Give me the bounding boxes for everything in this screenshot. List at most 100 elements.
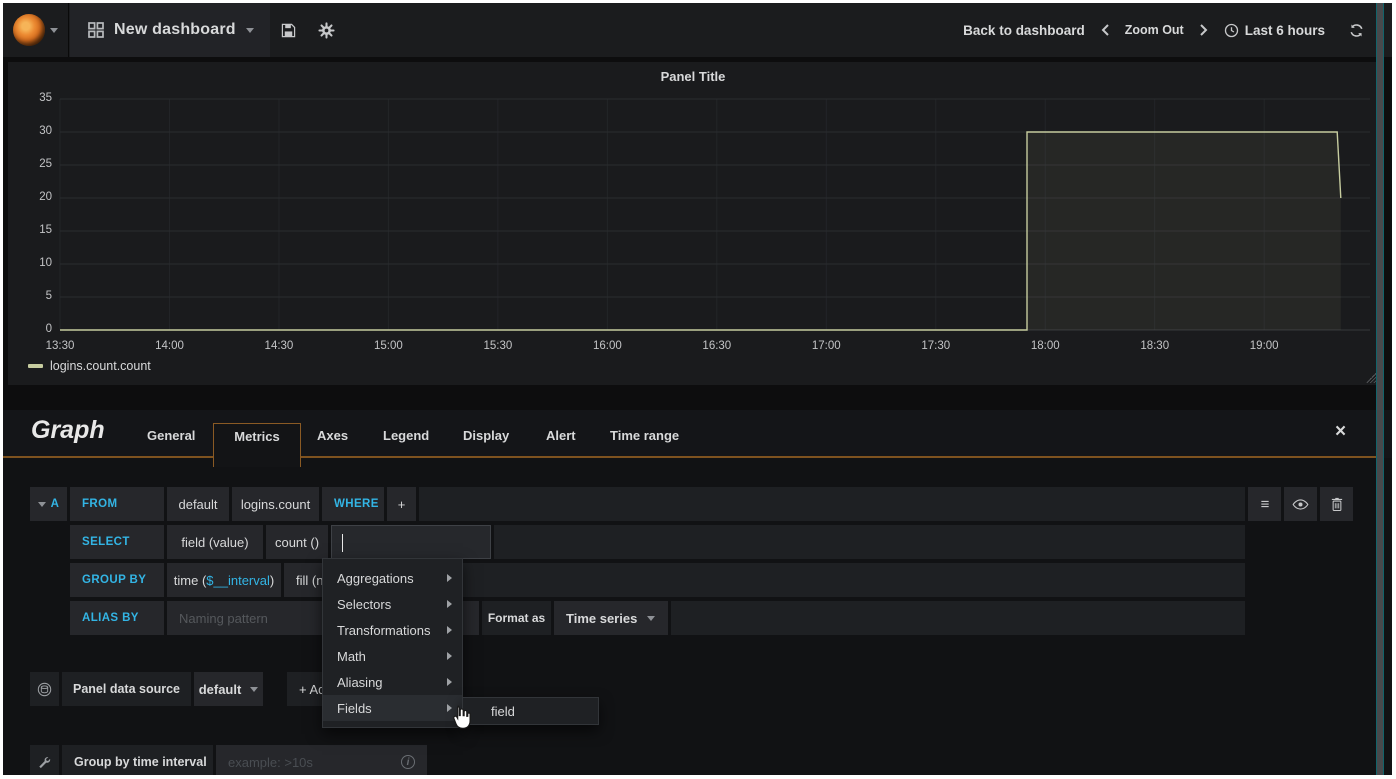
query-row-alias: ALIAS BY Naming pattern Format as Time s…: [3, 601, 1392, 635]
query-menu-button[interactable]: ≡: [1248, 487, 1281, 521]
nav-right-group: Back to dashboard Zoom Out Last 6 hours: [963, 3, 1364, 57]
submenu-arrow-icon: [447, 626, 452, 634]
submenu-arrow-icon: [447, 678, 452, 686]
time-shift-left-button[interactable]: [1097, 24, 1113, 36]
format-as-dropdown[interactable]: Time series: [554, 601, 668, 635]
back-to-dashboard-button[interactable]: Back to dashboard: [963, 23, 1085, 38]
menu-item-selectors[interactable]: Selectors: [323, 591, 462, 617]
tab-metrics[interactable]: Metrics: [234, 429, 280, 467]
submenu-item-field[interactable]: field: [462, 697, 599, 725]
query-row-filler: [419, 487, 1245, 521]
menu-item-transformations[interactable]: Transformations: [323, 617, 462, 643]
trash-icon: [1331, 497, 1343, 512]
from-measurement-segment[interactable]: logins.count: [232, 487, 319, 521]
collapse-caret-icon: [38, 502, 46, 507]
interval-placeholder: example: >10s: [228, 755, 313, 770]
graph-panel: Panel Title 05101520253035 13:3014:0014:…: [8, 62, 1378, 385]
select-field-segment[interactable]: field (value): [167, 525, 263, 559]
group-by-label: GROUP BY: [70, 563, 164, 597]
wrench-icon: [38, 756, 51, 769]
y-tick-label: 10: [22, 257, 52, 269]
submenu-arrow-icon: [447, 652, 452, 660]
toggle-query-visibility-button[interactable]: [1284, 487, 1317, 521]
dashboard-grid-icon: [88, 22, 104, 38]
hamburger-icon: ≡: [1261, 496, 1269, 513]
from-datasource-segment[interactable]: default: [167, 487, 229, 521]
zoom-out-button[interactable]: Zoom Out: [1125, 23, 1184, 37]
tab-axes[interactable]: Axes: [317, 428, 348, 443]
chevron-down-icon: [246, 28, 254, 33]
y-tick-label: 5: [22, 290, 52, 302]
x-tick-label: 14:00: [139, 340, 199, 352]
interval-options-button[interactable]: [30, 745, 59, 775]
chevron-right-icon: [1200, 24, 1208, 36]
delete-query-button[interactable]: [1320, 487, 1353, 521]
menu-item-aliasing[interactable]: Aliasing: [323, 669, 462, 695]
grafana-menu-button[interactable]: [3, 3, 69, 57]
tab-display[interactable]: Display: [463, 428, 509, 443]
chevron-down-icon: [647, 616, 655, 621]
query-row-groupby: GROUP BY time ($__interval) fill (null): [3, 563, 1392, 597]
tab-underline: [3, 456, 1378, 458]
dashboard-settings-button[interactable]: [309, 3, 343, 57]
save-icon: [281, 23, 296, 38]
interval-input[interactable]: example: >10s i: [216, 745, 427, 775]
panel-datasource-dropdown[interactable]: default: [194, 672, 263, 706]
menu-item-fields[interactable]: Fields: [323, 695, 462, 721]
datasource-row: Panel data source default + Add query: [3, 672, 1392, 706]
page-scrollbar[interactable]: [1376, 3, 1384, 775]
group-by-time-segment[interactable]: time ($__interval): [167, 563, 281, 597]
graph-plot[interactable]: [8, 62, 1378, 385]
x-tick-label: 16:30: [687, 340, 747, 352]
x-tick-label: 16:00: [577, 340, 637, 352]
where-label[interactable]: WHERE: [322, 487, 384, 521]
y-tick-label: 15: [22, 224, 52, 236]
query-row-select: SELECT field (value) count (): [3, 525, 1392, 559]
grafana-app: New dashboard Back: [3, 3, 1392, 775]
save-dashboard-button[interactable]: [271, 3, 305, 57]
y-tick-label: 35: [22, 92, 52, 104]
refresh-icon: [1349, 23, 1364, 38]
text-cursor: [342, 534, 343, 552]
chevron-down-icon: [250, 687, 258, 692]
alias-placeholder: Naming pattern: [179, 611, 268, 626]
datasource-help-button[interactable]: [30, 672, 59, 706]
x-tick-label: 18:00: [1015, 340, 1075, 352]
tab-legend[interactable]: Legend: [383, 428, 429, 443]
menu-item-aggregations[interactable]: Aggregations: [323, 565, 462, 591]
x-tick-label: 14:30: [249, 340, 309, 352]
query-row-filler: [671, 601, 1245, 635]
y-tick-label: 0: [22, 323, 52, 335]
gear-icon: [318, 22, 335, 39]
time-shift-right-button[interactable]: [1196, 24, 1212, 36]
tab-general[interactable]: General: [147, 428, 195, 443]
menu-item-math[interactable]: Math: [323, 643, 462, 669]
tab-time-range[interactable]: Time range: [610, 428, 679, 443]
clock-icon: [1224, 23, 1239, 38]
from-label: FROM: [70, 487, 164, 521]
chevron-left-icon: [1101, 24, 1109, 36]
panel-editor: Graph General Metrics Axes Legend Displa…: [3, 410, 1392, 775]
panel-resize-handle[interactable]: [1366, 373, 1376, 383]
info-icon: i: [401, 755, 415, 769]
eye-icon: [1292, 499, 1309, 510]
refresh-button[interactable]: [1349, 23, 1364, 38]
x-tick-label: 17:30: [906, 340, 966, 352]
tab-metrics-active[interactable]: Metrics: [213, 423, 301, 467]
close-editor-button[interactable]: ×: [1335, 422, 1346, 441]
submenu-arrow-icon: [447, 600, 452, 608]
time-range-label: Last 6 hours: [1245, 23, 1325, 38]
time-range-picker[interactable]: Last 6 hours: [1224, 23, 1325, 38]
select-func-segment[interactable]: count (): [266, 525, 328, 559]
legend-series-name: logins.count.count: [50, 359, 151, 373]
panel-type-title: Graph: [31, 416, 105, 445]
select-label: SELECT: [70, 525, 164, 559]
y-tick-label: 25: [22, 158, 52, 170]
tab-alert[interactable]: Alert: [546, 428, 576, 443]
query-collapse-toggle[interactable]: A: [30, 487, 67, 521]
select-part-input[interactable]: [331, 525, 491, 559]
add-where-tag-button[interactable]: +: [387, 487, 416, 521]
x-tick-label: 13:30: [30, 340, 90, 352]
dashboard-title-dropdown[interactable]: New dashboard: [70, 3, 270, 57]
legend-item[interactable]: logins.count.count: [28, 359, 151, 373]
